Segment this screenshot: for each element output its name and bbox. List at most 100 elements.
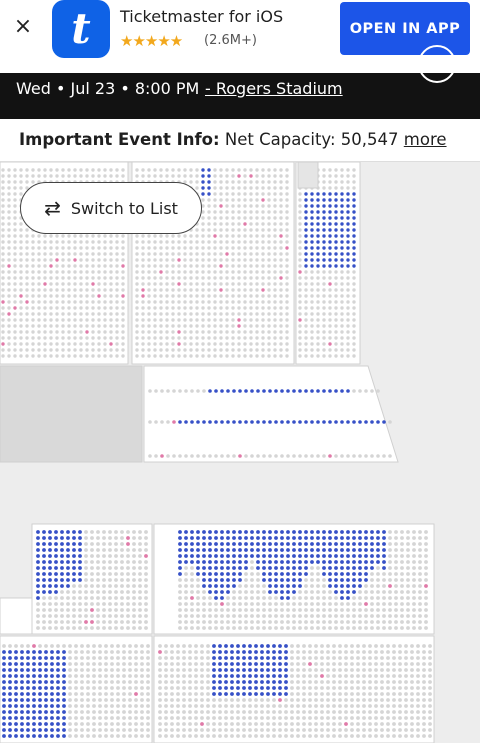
seat[interactable] — [188, 668, 192, 672]
seat[interactable] — [298, 210, 302, 214]
seat[interactable] — [62, 644, 66, 648]
seat[interactable] — [54, 572, 58, 576]
seat[interactable] — [410, 680, 414, 684]
seat[interactable] — [190, 548, 194, 552]
seat[interactable] — [85, 282, 89, 286]
seat[interactable] — [189, 300, 193, 304]
seat[interactable] — [108, 578, 112, 582]
seat[interactable] — [332, 668, 336, 672]
seat[interactable] — [316, 198, 320, 202]
seat[interactable] — [144, 620, 148, 624]
seat[interactable] — [207, 270, 211, 274]
seat[interactable] — [322, 168, 326, 172]
seat[interactable] — [219, 330, 223, 334]
seat[interactable] — [242, 686, 246, 690]
seat[interactable] — [109, 294, 113, 298]
seat[interactable] — [237, 180, 241, 184]
seat[interactable] — [68, 662, 72, 666]
seat[interactable] — [322, 276, 326, 280]
seat[interactable] — [250, 420, 254, 424]
seat[interactable] — [165, 276, 169, 280]
seat[interactable] — [226, 584, 230, 588]
seat[interactable] — [114, 590, 118, 594]
seat[interactable] — [195, 174, 199, 178]
seat[interactable] — [326, 716, 330, 720]
seat[interactable] — [308, 692, 312, 696]
seat[interactable] — [273, 228, 277, 232]
seat[interactable] — [280, 596, 284, 600]
seat[interactable] — [382, 614, 386, 618]
seat[interactable] — [134, 698, 138, 702]
seat[interactable] — [200, 644, 204, 648]
seat[interactable] — [144, 578, 148, 582]
seat[interactable] — [370, 389, 374, 393]
seat[interactable] — [67, 306, 71, 310]
seat[interactable] — [310, 330, 314, 334]
seat[interactable] — [48, 614, 52, 618]
seat[interactable] — [72, 560, 76, 564]
seat[interactable] — [122, 710, 126, 714]
seat[interactable] — [214, 536, 218, 540]
seat[interactable] — [74, 644, 78, 648]
seat[interactable] — [236, 650, 240, 654]
seat[interactable] — [364, 542, 368, 546]
seat[interactable] — [55, 258, 59, 262]
seat[interactable] — [328, 596, 332, 600]
seat[interactable] — [243, 300, 247, 304]
seat[interactable] — [256, 566, 260, 570]
seat[interactable] — [302, 728, 306, 732]
seat[interactable] — [410, 728, 414, 732]
seat[interactable] — [183, 288, 187, 292]
seat[interactable] — [141, 324, 145, 328]
seat[interactable] — [158, 698, 162, 702]
seat[interactable] — [183, 354, 187, 358]
seat[interactable] — [177, 330, 181, 334]
seat[interactable] — [128, 710, 132, 714]
seat[interactable] — [298, 324, 302, 328]
seat[interactable] — [194, 710, 198, 714]
seat[interactable] — [304, 602, 308, 606]
seat[interactable] — [268, 584, 272, 588]
seat[interactable] — [376, 560, 380, 564]
seat[interactable] — [92, 662, 96, 666]
seat[interactable] — [141, 342, 145, 346]
seat[interactable] — [31, 318, 35, 322]
seat[interactable] — [1, 312, 5, 316]
seat[interactable] — [110, 728, 114, 732]
seat[interactable] — [48, 566, 52, 570]
seat[interactable] — [310, 222, 314, 226]
seat[interactable] — [188, 698, 192, 702]
seat[interactable] — [298, 542, 302, 546]
seat[interactable] — [338, 698, 342, 702]
seat[interactable] — [200, 716, 204, 720]
seat[interactable] — [116, 674, 120, 678]
seat[interactable] — [141, 264, 145, 268]
seat[interactable] — [220, 560, 224, 564]
seat[interactable] — [14, 668, 18, 672]
seat[interactable] — [108, 572, 112, 576]
seat[interactable] — [364, 596, 368, 600]
seat[interactable] — [316, 596, 320, 600]
seat[interactable] — [213, 348, 217, 352]
seat[interactable] — [310, 602, 314, 606]
seat[interactable] — [244, 560, 248, 564]
seat[interactable] — [260, 662, 264, 666]
seat[interactable] — [108, 608, 112, 612]
seat[interactable] — [49, 306, 53, 310]
seat[interactable] — [322, 246, 326, 250]
seat[interactable] — [19, 318, 23, 322]
seat[interactable] — [376, 530, 380, 534]
seat[interactable] — [236, 644, 240, 648]
seat[interactable] — [159, 252, 163, 256]
seat[interactable] — [72, 602, 76, 606]
seat[interactable] — [404, 734, 408, 738]
seat[interactable] — [134, 710, 138, 714]
seat[interactable] — [97, 174, 101, 178]
seat[interactable] — [19, 336, 23, 340]
seat[interactable] — [328, 614, 332, 618]
seat[interactable] — [109, 264, 113, 268]
seat[interactable] — [334, 306, 338, 310]
seat[interactable] — [154, 389, 158, 393]
seat[interactable] — [422, 728, 426, 732]
seat[interactable] — [374, 674, 378, 678]
